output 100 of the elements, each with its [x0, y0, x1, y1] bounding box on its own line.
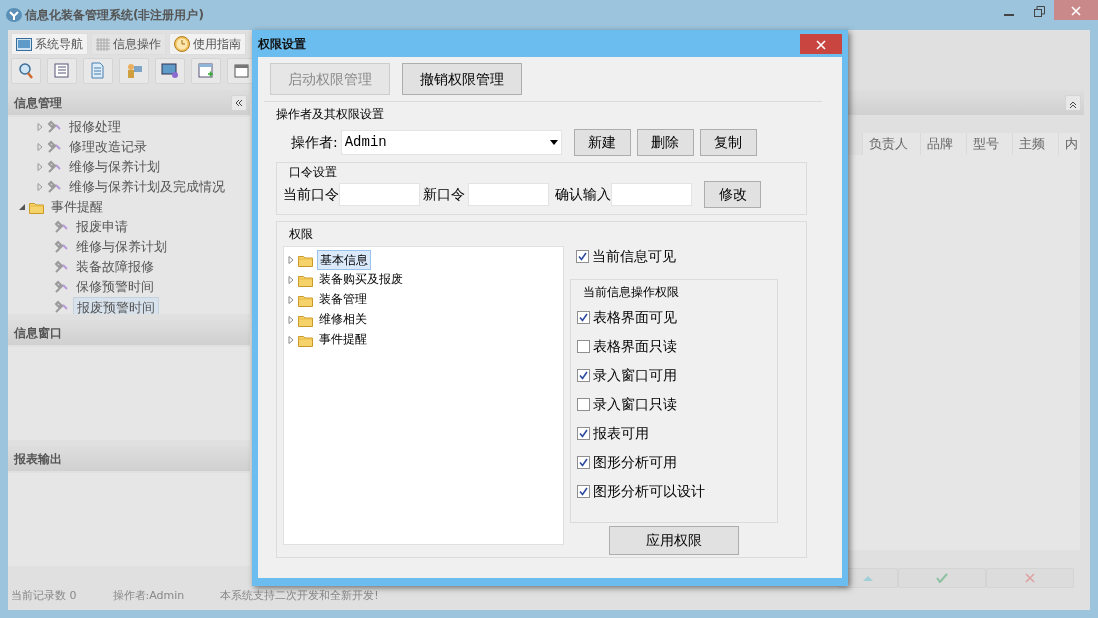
- field-label: 确认输入: [555, 185, 611, 204]
- document-icon: [89, 62, 107, 80]
- apply-button[interactable]: 应用权限: [609, 526, 739, 555]
- close-icon: [816, 39, 826, 50]
- monitor-icon: [161, 62, 179, 80]
- folder-icon: [298, 253, 314, 267]
- close-icon: [1071, 6, 1081, 16]
- panel-title: 信息管理: [14, 94, 62, 112]
- tool-icon: [47, 119, 63, 135]
- checkmark-icon: [579, 312, 588, 322]
- collapse-button[interactable]: [231, 94, 247, 111]
- collapse-icon: [235, 98, 243, 107]
- monitor-icon: [16, 37, 32, 51]
- status-text: 操作者:Admin: [112, 587, 185, 604]
- action-button[interactable]: 新建: [573, 129, 631, 156]
- folder-icon: [298, 293, 314, 307]
- checkbox[interactable]: 表格界面只读: [577, 336, 777, 356]
- password-field[interactable]: [468, 183, 549, 206]
- tool-icon: [47, 139, 63, 155]
- column-header: 品牌: [920, 133, 966, 155]
- tree-item[interactable]: 维修与保养计划: [66, 157, 163, 177]
- monitor-button[interactable]: [155, 58, 185, 84]
- checkbox[interactable]: 当前信息可见: [576, 246, 676, 267]
- checkbox[interactable]: 表格界面可见: [577, 307, 777, 327]
- clock-icon: [174, 36, 190, 52]
- form-button[interactable]: [191, 58, 221, 84]
- checkmark-icon: [579, 457, 588, 467]
- section-title: 权限: [289, 226, 313, 243]
- grid-icon: [96, 37, 110, 51]
- tree-item[interactable]: 维修与保养计划: [73, 237, 170, 257]
- password-field[interactable]: [339, 183, 420, 206]
- group-title: 当前信息操作权限: [583, 284, 679, 301]
- search-icon: [17, 62, 35, 80]
- field-label: 当前口令: [283, 185, 339, 204]
- tool-icon: [54, 259, 70, 275]
- checkmark-icon: [578, 252, 587, 261]
- check-icon: [936, 572, 948, 583]
- search-button[interactable]: [11, 58, 41, 84]
- checkbox[interactable]: 报表可用: [577, 423, 777, 443]
- panel-title: 报表输出: [14, 450, 62, 468]
- column-header: 型号: [966, 133, 1012, 155]
- tree-item[interactable]: 报废申请: [73, 217, 131, 237]
- tool-icon: [54, 279, 70, 295]
- status-text: 当前记录数 0: [11, 587, 77, 604]
- caret-icon: [549, 140, 558, 145]
- user-button[interactable]: [119, 58, 149, 84]
- tree-item[interactable]: 报废预警时间: [73, 297, 159, 314]
- tree-item[interactable]: 装备管理: [317, 290, 369, 310]
- collapse-icon: [1069, 101, 1077, 109]
- tree-item[interactable]: 事件提醒: [48, 197, 106, 217]
- action-button[interactable]: 复制: [699, 129, 757, 156]
- panel-title: 信息窗口: [14, 324, 62, 342]
- cross-icon: [1025, 572, 1035, 583]
- tree-item[interactable]: 装备购买及报废: [317, 270, 405, 290]
- folder-icon: [29, 200, 45, 214]
- toggle-button[interactable]: 撤销权限管理: [402, 63, 522, 95]
- cancel-button[interactable]: [986, 567, 1074, 588]
- status-text: 本系统支持二次开发和全新开发!: [220, 587, 379, 604]
- list-button[interactable]: [47, 58, 77, 84]
- section-title: 口令设置: [289, 164, 337, 181]
- user-icon: [125, 62, 143, 80]
- tree-item[interactable]: 报修处理: [66, 117, 124, 137]
- checkbox[interactable]: 图形分析可以设计: [577, 481, 777, 501]
- folder-icon: [298, 313, 314, 327]
- collapse-button[interactable]: [1065, 94, 1081, 111]
- tree-item[interactable]: 维修与保养计划及完成情况: [66, 177, 228, 197]
- column-header: 负责人: [862, 133, 920, 155]
- tree-item[interactable]: 基本信息: [317, 250, 371, 270]
- column-header: 主频: [1012, 133, 1058, 155]
- tree-item[interactable]: 装备故障报修: [73, 257, 157, 277]
- checkbox[interactable]: 图形分析可用: [577, 452, 777, 472]
- folder-icon: [298, 273, 314, 287]
- tree-item[interactable]: 修理改造记录: [66, 137, 150, 157]
- checkbox[interactable]: 录入窗口只读: [577, 394, 777, 414]
- action-button[interactable]: 删除: [636, 129, 694, 156]
- checkmark-icon: [579, 486, 588, 496]
- window-title: 信息化装备管理系统(非注册用户): [25, 7, 204, 24]
- tree-item[interactable]: 维修相关: [317, 310, 369, 330]
- password-field[interactable]: [611, 183, 692, 206]
- column-header: 内: [1058, 133, 1080, 155]
- tool-icon: [54, 299, 70, 314]
- folder-icon: [298, 333, 314, 347]
- form-icon: [197, 62, 215, 80]
- triangle-icon: [863, 574, 873, 581]
- nav-tab[interactable]: 信息操作: [91, 33, 166, 55]
- checkbox[interactable]: 录入窗口可用: [577, 365, 777, 385]
- minimize-icon: [1004, 14, 1014, 16]
- tree-item[interactable]: 事件提醒: [317, 330, 369, 350]
- operator-dropdown[interactable]: Admin: [340, 130, 562, 155]
- modify-button[interactable]: 修改: [704, 181, 761, 208]
- tree-item[interactable]: 保修预警时间: [73, 277, 157, 297]
- tool-icon: [54, 239, 70, 255]
- field-label: 操作者:: [291, 133, 338, 152]
- nav-tab[interactable]: 系统导航: [11, 33, 88, 55]
- tool-icon: [47, 159, 63, 175]
- document-button[interactable]: [83, 58, 113, 84]
- tool-icon: [47, 179, 63, 195]
- field-label: 新口令: [423, 185, 465, 204]
- nav-tab[interactable]: 使用指南: [169, 33, 246, 55]
- close-button[interactable]: [800, 33, 842, 54]
